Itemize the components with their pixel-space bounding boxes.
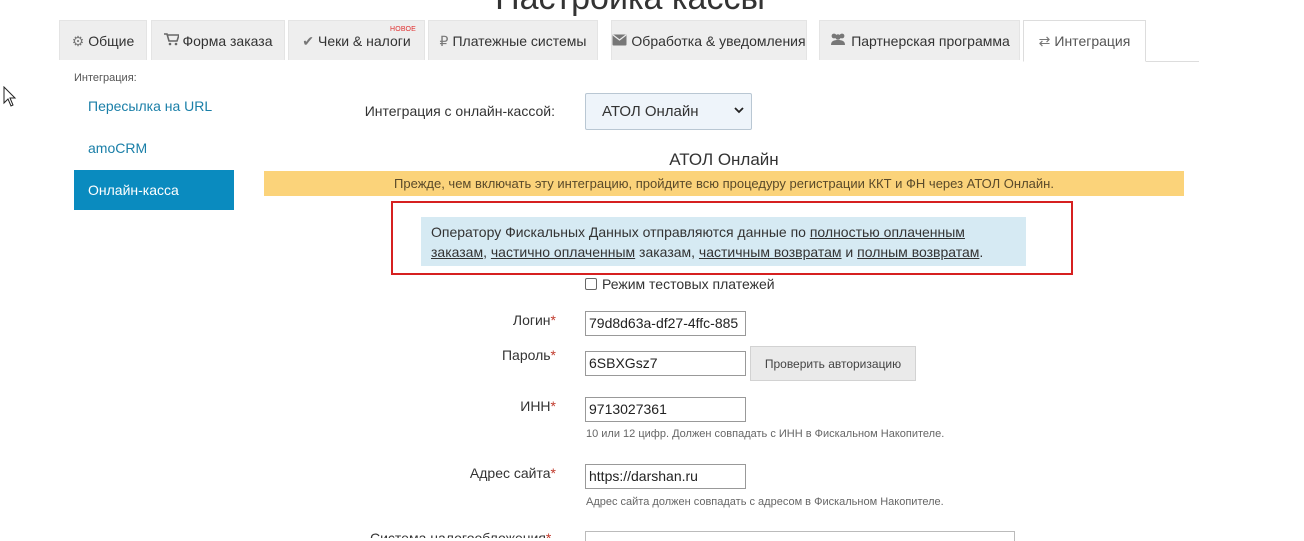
cashbox-provider-select[interactable]: АТОЛ Онлайн [585, 93, 752, 130]
sidebar-item-url-forwarding[interactable]: Пересылка на URL [74, 86, 234, 126]
test-mode-checkbox[interactable] [585, 278, 597, 290]
users-icon [829, 33, 847, 48]
password-field[interactable]: 6SBXGsz7 [585, 351, 746, 376]
link-full-refunds[interactable]: полным возвратам [857, 244, 979, 260]
link-partial-refunds[interactable]: частичным возвратам [699, 244, 842, 260]
check-auth-button[interactable]: Проверить авторизацию [750, 346, 916, 381]
site-label: Адрес сайта* [469, 465, 556, 481]
cart-icon [163, 33, 180, 48]
ruble-icon: ₽ [439, 32, 449, 49]
integration-label: Интеграция с онлайн-кассой: [364, 103, 555, 119]
site-hint: Адрес сайта должен совпадать с адресом в… [586, 496, 944, 508]
mouse-cursor-icon [3, 86, 17, 107]
inn-field[interactable]: 9713027361 [585, 397, 746, 422]
gear-icon: ⚙ [71, 32, 85, 49]
inn-hint: 10 или 12 цифр. Должен совпадать с ИНН в… [586, 428, 945, 440]
tab-order-form[interactable]: Форма заказа [151, 20, 285, 60]
inn-label: ИНН* [520, 398, 556, 414]
warning-banner: Прежде, чем включать эту интеграцию, про… [264, 171, 1184, 196]
envelope-icon [612, 34, 627, 48]
info-box: Оператору Фискальных Данных отправляются… [421, 217, 1026, 266]
password-label: Пароль* [501, 347, 556, 363]
sidebar-caption: Интеграция: [74, 72, 137, 84]
tab-processing-notifications[interactable]: Обработка & уведомления [611, 20, 807, 60]
tab-receipts-taxes[interactable]: ✔ Чеки & налоги НОВОЕ [288, 20, 425, 60]
tab-integration[interactable]: ⇄ Интеграция [1023, 20, 1146, 62]
sidebar-item-amocrm[interactable]: amoCRM [74, 128, 234, 168]
chevron-down-icon [734, 107, 744, 114]
login-field[interactable]: 79d8d63a-df27-4ffc-885 [585, 311, 746, 336]
new-badge: НОВОЕ [389, 26, 416, 33]
sidebar-item-online-cashbox[interactable]: Онлайн-касса [74, 170, 234, 210]
exchange-icon: ⇄ [1038, 33, 1051, 49]
tab-general[interactable]: ⚙ Общие [59, 20, 147, 60]
link-partially-paid[interactable]: частично оплаченным [491, 244, 635, 260]
site-field[interactable]: https://darshan.ru [585, 464, 746, 489]
tabs-bar: ⚙ Общие Форма заказа ✔ Чеки & налоги НОВ… [59, 20, 1199, 62]
page-title: Настройка кассы [0, 0, 1260, 18]
login-label: Логин* [512, 312, 556, 328]
tabs-divider [1146, 61, 1199, 62]
section-title: АТОЛ Онлайн [669, 150, 779, 169]
test-mode-row: Режим тестовых платежей [585, 276, 775, 292]
tax-system-select[interactable] [585, 531, 1015, 541]
check-icon: ✔ [302, 32, 314, 49]
tab-payment-systems[interactable]: ₽ Платежные системы [428, 20, 598, 60]
tab-affiliate-program[interactable]: Партнерская программа [819, 20, 1020, 60]
